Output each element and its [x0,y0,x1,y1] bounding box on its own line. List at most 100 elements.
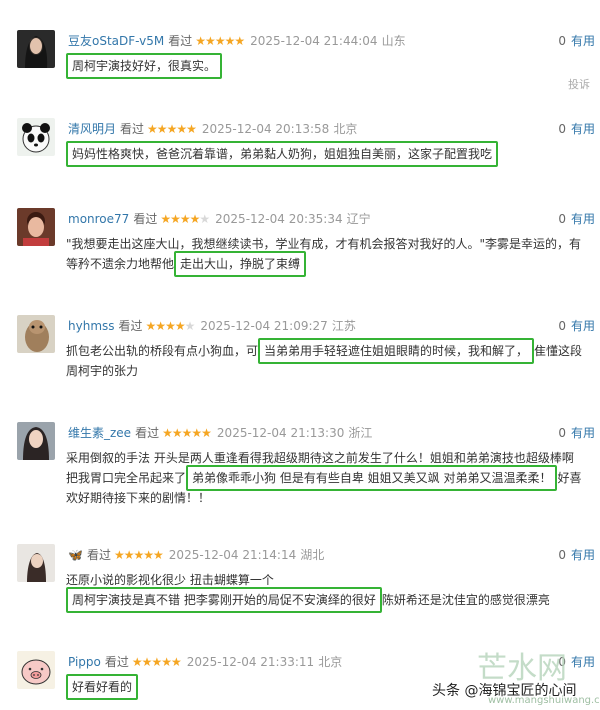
username-link[interactable]: 豆友oStaDF-v5M [68,34,164,48]
star-icon: ★ [156,122,168,136]
username-link[interactable]: 维生素_zee [68,426,131,440]
highlighted-text: 周柯宇演技好好，很真实。 [66,53,223,79]
star-icon: ★ [186,122,197,136]
watch-status: 看过 [135,426,160,440]
star-icon: ★ [141,655,153,669]
review-item: 🦋 看过 ★★★★★ 2025-12-04 21:14:14 湖北 0 有用 还原小说的影… [0,544,600,616]
review-item: 维生素_zee 看过 ★★★★★ 2025-12-04 21:13:30 浙江 0 有用 … [0,422,600,514]
star-icon: ★ [113,548,125,562]
star-icon: ★ [162,426,173,440]
username-link[interactable]: Pippo [68,655,101,669]
vote-count: 0 [558,34,566,48]
review-location: 北京 [318,655,343,669]
review-meta: 豆友oStaDF-v5M 看过 ★★★★★ 2025-12-04 21:44:04 山东 [68,32,406,50]
avatar[interactable] [17,315,55,353]
review-meta: 🦋 看过 ★★★★★ 2025-12-04 21:14:14 湖北 [68,546,324,564]
highlighted-text: 好看好看的 [66,674,139,700]
vote-area: 0 有用 [558,120,595,138]
watch-status: 看过 [118,319,143,333]
highlighted-text: 妈妈性格爽快，爸爸沉着靠谱，弟弟黏人奶狗，姐姐独自美丽，这家子配置我吃 [66,141,499,167]
avatar[interactable] [17,651,55,689]
review-time: 2025-12-04 21:14:14 [168,548,297,562]
star-icon: ★ [155,319,166,333]
review-location: 湖北 [300,548,325,562]
star-icon: ★ [184,319,196,333]
username-link[interactable]: 🦋 [68,548,83,562]
watch-status: 看过 [120,122,145,136]
avatar[interactable] [17,544,55,582]
star-icon: ★ [147,122,158,136]
useful-button[interactable]: 有用 [571,426,595,440]
review-location: 江苏 [331,319,356,333]
watch-status: 看过 [133,212,158,226]
watch-status: 看过 [86,548,111,562]
review-time: 2025-12-04 20:13:58 [201,122,330,136]
avatar[interactable] [17,208,55,246]
avatar[interactable] [17,30,55,68]
rating-stars: ★★★★★ [162,426,212,440]
star-icon: ★ [234,34,245,48]
star-icon: ★ [189,212,201,226]
useful-button[interactable]: 有用 [571,319,595,333]
star-icon: ★ [201,426,212,440]
review-meta: 清风明月 看过 ★★★★★ 2025-12-04 20:13:58 北京 [68,120,357,138]
report-button[interactable]: 投诉 [568,76,590,92]
avatar[interactable] [17,422,55,460]
review-meta: Pippo 看过 ★★★★★ 2025-12-04 21:33:11 北京 [68,653,342,671]
watch-status: 看过 [168,34,193,48]
useful-button[interactable]: 有用 [571,212,595,226]
rating-stars: ★★★★★ [160,212,210,226]
review-time: 2025-12-04 21:13:30 [216,426,345,440]
rating-stars: ★★★★★ [195,34,245,48]
vote-area: 0 有用 [558,424,595,442]
rating-stars: ★★★★★ [131,655,182,669]
review-comment: 采用倒叙的手法 开头是两人重逢看得我超级期待这之前发生了什么！姐姐和弟弟演技也超… [66,448,588,508]
star-icon: ★ [174,319,186,333]
highlighted-text: 走出大山，挣脱了束缚 [174,251,307,277]
star-icon: ★ [123,548,135,562]
avatar[interactable] [17,118,55,156]
star-icon: ★ [161,655,172,669]
useful-button[interactable]: 有用 [571,122,595,136]
star-icon: ★ [179,212,191,226]
rating-stars: ★★★★★ [113,548,164,562]
highlighted-text: 周柯宇演技是真不错 把李雾刚开始的局促不安演绎的很好 [66,587,382,613]
star-icon: ★ [131,655,143,669]
review-meta: hyhmss 看过 ★★★★★ 2025-12-04 21:09:27 江苏 [68,317,356,335]
watermark-url: www.mangshuiwang.com [488,695,600,706]
comment-text: 陈妍希还是沈佳宜的感觉很漂亮 [381,593,550,607]
review-time: 2025-12-04 21:33:11 [186,655,315,669]
star-icon: ★ [191,426,202,440]
review-comment: 还原小说的影视化很少 扭击蝴蝶算一个周柯宇演技是真不错 把李雾刚开始的局促不安演… [66,570,588,613]
rating-stars: ★★★★★ [147,122,197,136]
review-item: hyhmss 看过 ★★★★★ 2025-12-04 21:09:27 江苏 0 有用 抓… [0,315,600,387]
review-location: 山东 [381,34,406,48]
vote-area: 0 有用 [558,546,595,564]
username-link[interactable]: 清风明月 [68,122,116,136]
review-time: 2025-12-04 21:44:04 [250,34,378,48]
watch-status: 看过 [104,655,129,669]
useful-button[interactable]: 有用 [571,548,595,562]
star-icon: ★ [224,34,236,48]
star-icon: ★ [181,426,193,440]
useful-button[interactable]: 有用 [571,34,595,48]
useful-button[interactable]: 有用 [571,655,595,669]
review-location: 辽宁 [346,212,371,226]
vote-count: 0 [558,548,566,562]
review-item: 豆友oStaDF-v5M 看过 ★★★★★ 2025-12-04 21:44:04 山东… [0,30,600,92]
review-comment: 妈妈性格爽快，爸爸沉着靠谱，弟弟黏人奶狗，姐姐独自美丽，这家子配置我吃 [66,141,588,167]
highlighted-text: 当弟弟用手轻轻遮住姐姐眼睛的时候，我和解了， [258,338,535,364]
username-link[interactable]: monroe77 [68,212,129,226]
username-link[interactable]: hyhmss [68,319,115,333]
star-icon: ★ [170,212,181,226]
review-comment: "我想要走出这座大山，我想继续读书，学业有成，才有机会报答对我好的人。"李雾是幸… [66,234,588,277]
vote-count: 0 [558,122,566,136]
star-icon: ★ [165,319,176,333]
star-icon: ★ [171,426,183,440]
rating-stars: ★★★★★ [146,319,196,333]
star-icon: ★ [214,34,226,48]
vote-count: 0 [558,319,566,333]
comment-text: 抓包老公出轨的桥段有点小狗血，可 [66,344,259,358]
review-meta: 维生素_zee 看过 ★★★★★ 2025-12-04 21:13:30 浙江 [68,424,372,442]
vote-count: 0 [558,426,566,440]
